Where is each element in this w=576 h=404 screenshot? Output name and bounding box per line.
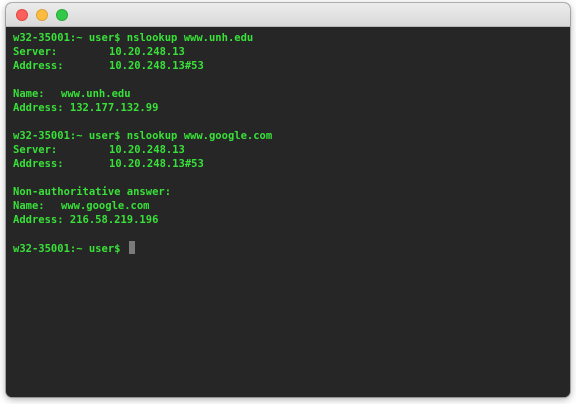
- server-line-2: Server: 10.20.248.13: [13, 143, 570, 157]
- title-bar: [6, 3, 570, 27]
- prompt: w32-35001:~ user$: [13, 130, 121, 142]
- non-authoritative-line: Non-authoritative answer:: [13, 186, 172, 198]
- server-label: Server:: [13, 144, 58, 156]
- current-prompt-line[interactable]: w32-35001:~ user$: [13, 241, 570, 255]
- server-line-1: Server: 10.20.248.13: [13, 45, 570, 59]
- name-value: www.unh.edu: [61, 88, 131, 100]
- address-label: Address:: [13, 158, 64, 170]
- result-address-line-2: Address: 216.58.219.196: [13, 214, 159, 226]
- close-button[interactable]: [16, 9, 28, 21]
- address-label: Address:: [13, 60, 64, 72]
- prompt: w32-35001:~ user$: [13, 243, 121, 255]
- name-line-1: Name: www.unh.edu: [13, 87, 570, 101]
- command-text: nslookup www.unh.edu: [126, 32, 254, 44]
- text-cursor: [128, 241, 135, 254]
- minimize-button[interactable]: [36, 9, 48, 21]
- command-text: nslookup www.google.com: [126, 130, 273, 142]
- terminal-output[interactable]: w32-35001:~ user$ nslookup www.unh.edu S…: [6, 27, 570, 397]
- server-value: 10.20.248.13: [109, 46, 185, 58]
- prompt: w32-35001:~ user$: [13, 32, 121, 44]
- server-label: Server:: [13, 46, 58, 58]
- server-value: 10.20.248.13: [109, 144, 185, 156]
- terminal-window: w32-35001:~ user$ nslookup www.unh.edu S…: [6, 3, 570, 397]
- zoom-button[interactable]: [56, 9, 68, 21]
- name-value: www.google.com: [61, 200, 150, 212]
- name-label: Name:: [13, 88, 45, 100]
- command-line-1: w32-35001:~ user$ nslookup www.unh.edu: [13, 31, 570, 45]
- name-line-2: Name: www.google.com: [13, 199, 570, 213]
- command-line-2: w32-35001:~ user$ nslookup www.google.co…: [13, 129, 570, 143]
- result-address-line-1: Address: 132.177.132.99: [13, 102, 159, 114]
- address-line-2: Address: 10.20.248.13#53: [13, 157, 570, 171]
- address-line-1: Address: 10.20.248.13#53: [13, 59, 570, 73]
- address-value: 10.20.248.13#53: [109, 158, 204, 170]
- address-value: 10.20.248.13#53: [109, 60, 204, 72]
- name-label: Name:: [13, 200, 45, 212]
